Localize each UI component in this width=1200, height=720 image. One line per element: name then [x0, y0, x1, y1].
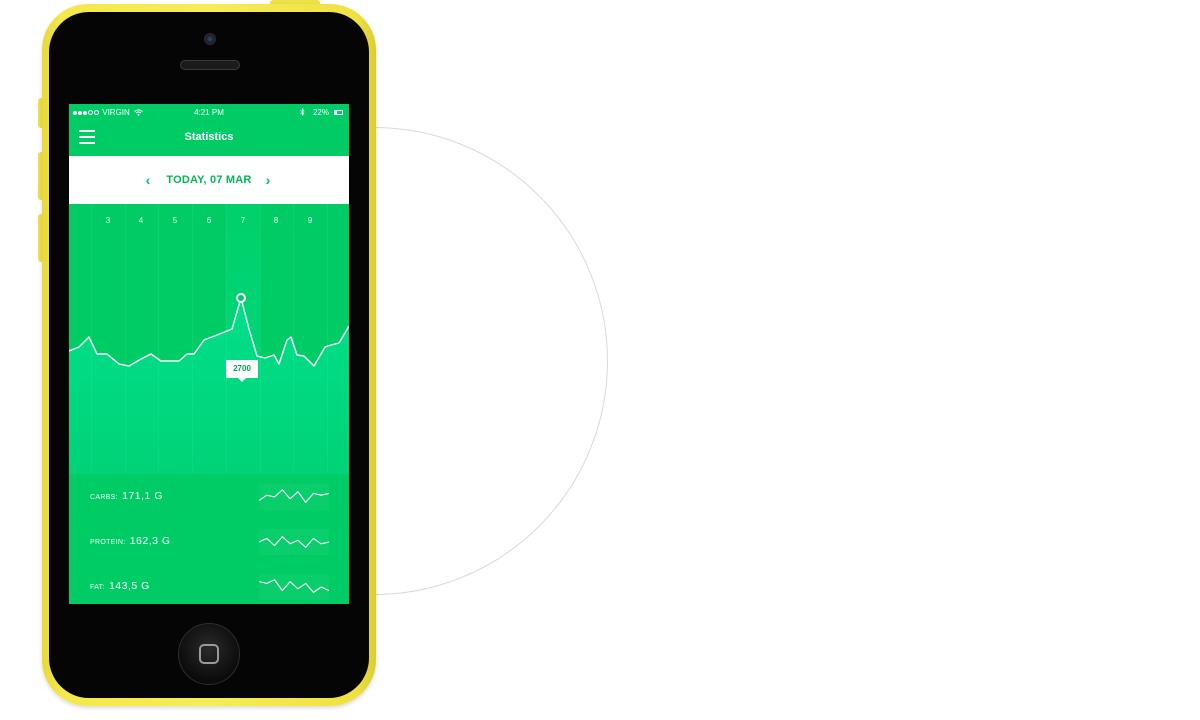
- day-label[interactable]: 6: [199, 216, 219, 225]
- selected-point[interactable]: [236, 293, 246, 303]
- macro-row-fat[interactable]: FAT: 143,5 G: [69, 564, 349, 604]
- date-selector: ‹ TODAY, 07 MAR ›: [69, 156, 349, 204]
- day-label-selected[interactable]: 7: [233, 216, 253, 225]
- day-gridline: [125, 204, 126, 474]
- fat-sparkline: [259, 574, 329, 600]
- sparkline-path: [259, 536, 329, 548]
- status-bar: VIRGIN 4:21 PM 22%: [69, 104, 349, 122]
- carbs-sparkline: [259, 484, 329, 510]
- day-label[interactable]: 4: [131, 216, 151, 225]
- macro-value: 143,5 G: [108, 580, 150, 592]
- day-label[interactable]: 8: [266, 216, 286, 225]
- battery-percent: 22%: [312, 108, 329, 117]
- home-button[interactable]: [178, 623, 240, 685]
- battery-icon: [334, 110, 343, 115]
- chart-svg: [69, 204, 349, 474]
- date-label: TODAY, 07 MAR: [166, 174, 252, 186]
- macro-value: 162,3 G: [129, 535, 171, 547]
- chevron-right-icon[interactable]: ›: [260, 156, 276, 204]
- macro-name: PROTEIN:: [90, 539, 126, 546]
- app-screen: VIRGIN 4:21 PM 22% Statistics ‹ TODAY, 0…: [69, 104, 349, 604]
- day-gridline: [226, 204, 227, 474]
- day-gridline: [192, 204, 193, 474]
- nav-bar: Statistics: [69, 122, 349, 156]
- day-gridline: [293, 204, 294, 474]
- macro-label: CARBS: 171,1 G: [90, 474, 163, 520]
- macro-value: 171,1 G: [122, 490, 163, 502]
- status-right: 22%: [300, 104, 329, 122]
- macro-row-carbs[interactable]: CARBS: 171,1 G: [69, 474, 349, 518]
- protein-sparkline: [259, 529, 329, 555]
- day-label[interactable]: 5: [165, 216, 185, 225]
- home-button-icon: [199, 644, 219, 664]
- macro-name: FAT:: [90, 584, 105, 591]
- day-gridline: [158, 204, 159, 474]
- day-label[interactable]: 3: [98, 216, 118, 225]
- macro-label: PROTEIN: 162,3 G: [90, 519, 171, 565]
- macro-name: CARBS:: [90, 494, 118, 501]
- sparkline-path: [259, 579, 329, 593]
- page-title: Statistics: [184, 131, 234, 143]
- day-label[interactable]: 9: [300, 216, 320, 225]
- day-gridline: [260, 204, 261, 474]
- macro-label: FAT: 143,5 G: [90, 564, 150, 604]
- calorie-chart: 3 4 5 6 7 8 9 2700: [69, 204, 349, 474]
- day-gridline: [327, 204, 328, 474]
- sparkline-path: [259, 489, 329, 503]
- day-gridline: [91, 204, 92, 474]
- earpiece-speaker: [180, 60, 240, 70]
- value-tooltip: 2700: [226, 360, 258, 382]
- front-camera: [204, 33, 216, 45]
- macro-row-protein[interactable]: PROTEIN: 162,3 G: [69, 519, 349, 563]
- chart-area-fill: [69, 298, 349, 474]
- bluetooth-icon: [300, 107, 305, 117]
